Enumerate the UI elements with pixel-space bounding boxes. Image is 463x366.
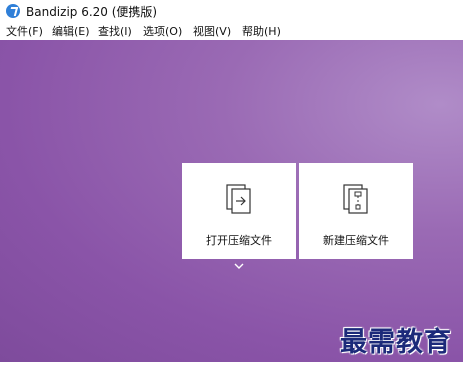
title-bar: Bandizip 6.20 (便携版) [0,0,463,22]
chevron-down-icon[interactable] [234,262,244,270]
new-archive-button[interactable]: 新建压缩文件 [299,163,413,259]
new-archive-icon [343,184,368,214]
new-archive-label: 新建压缩文件 [323,234,389,247]
menu-options[interactable]: 选项(O) [143,23,182,39]
window-title: Bandizip 6.20 (便携版) [26,5,158,19]
menu-edit[interactable]: 编辑(E) [52,23,90,39]
menu-view[interactable]: 视图(V) [193,23,231,39]
menu-file[interactable]: 文件(F) [6,23,43,39]
main-area: 打开压缩文件 新建压缩文件 最需教育 [0,40,463,362]
bandizip-logo-icon [6,4,20,18]
menu-bar: 文件(F) 编辑(E) 查找(I) 选项(O) 视图(V) 帮助(H) [0,22,463,40]
open-archive-icon [226,184,251,214]
open-archive-button[interactable]: 打开压缩文件 [182,163,296,259]
menu-help[interactable]: 帮助(H) [242,23,281,39]
watermark-text: 最需教育 [340,327,452,358]
open-archive-label: 打开压缩文件 [206,234,272,247]
menu-find[interactable]: 查找(I) [98,23,132,39]
